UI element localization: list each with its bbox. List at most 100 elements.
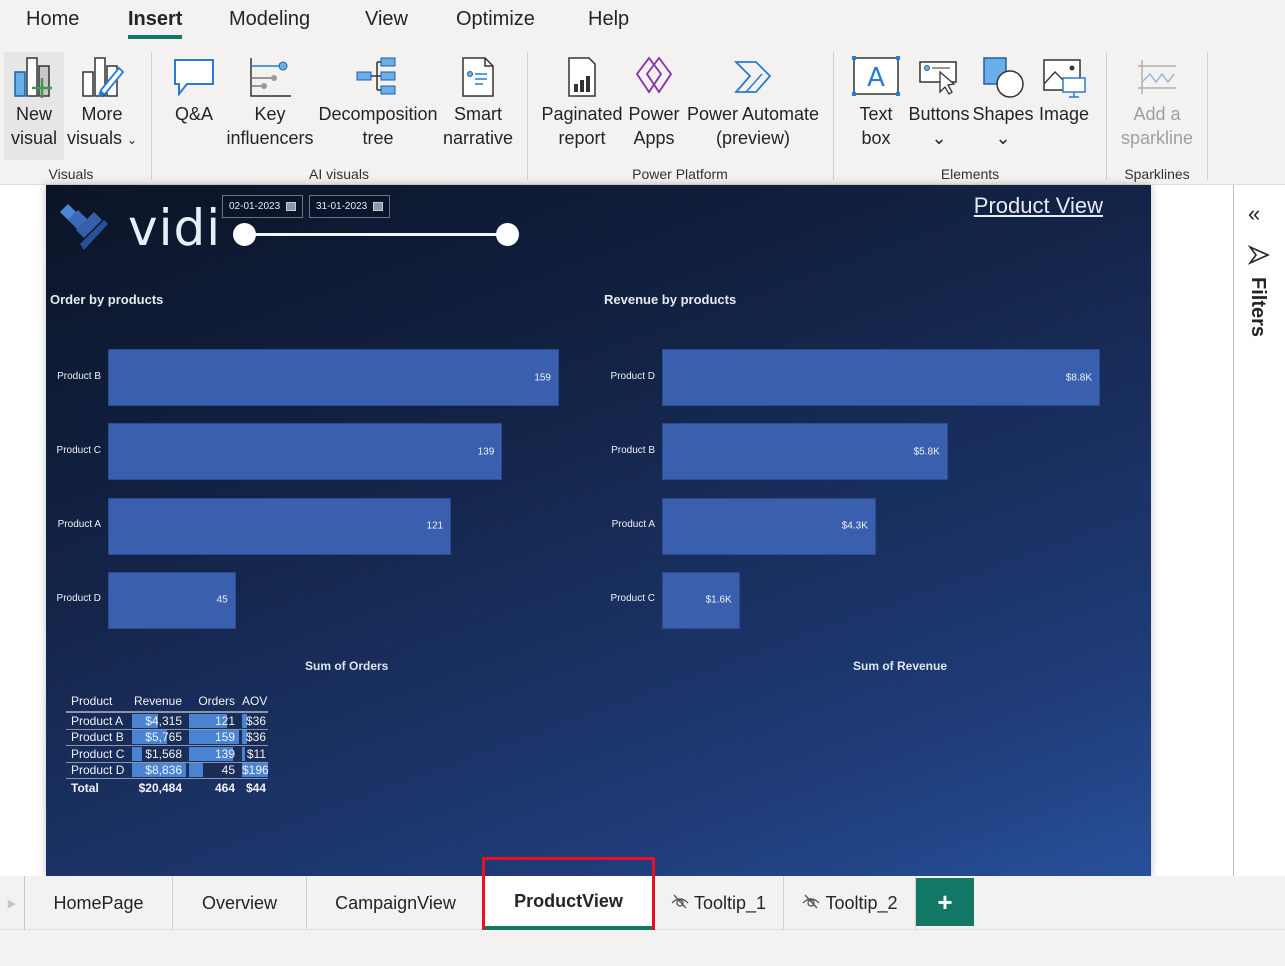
cell-product-text: Product B — [71, 730, 124, 745]
date-range-slider-track[interactable] — [244, 233, 508, 236]
power-automate-label-1: Power Automate — [686, 104, 820, 124]
page-tab-campaignview[interactable]: CampaignView — [307, 876, 485, 930]
cell-product: Product B — [66, 730, 126, 744]
power-automate-button[interactable]: Power Automate (preview) — [684, 52, 822, 150]
cell-revenue: $1,568 — [132, 746, 186, 761]
orders-category-label: Product A — [57, 519, 101, 531]
cell-aov-text: $196 — [242, 763, 269, 778]
shapes-label: Shapes — [972, 104, 1034, 124]
calendar-icon[interactable] — [286, 202, 297, 211]
menu-tab-home[interactable]: Home — [26, 8, 79, 31]
date-range-slider-end-handle[interactable] — [496, 223, 519, 246]
key-influencers-label-1: Key — [254, 104, 286, 124]
group-label-visuals: Visuals — [48, 166, 94, 182]
page-tab-overview[interactable]: Overview — [173, 876, 307, 930]
page-title-link[interactable]: Product View — [974, 193, 1103, 219]
revenue-bar[interactable]: $8.8K — [662, 349, 1100, 406]
cell-revenue: $4,315 — [132, 713, 186, 728]
revenue-bar[interactable]: $1.6K — [662, 571, 740, 629]
text-box-label-2: box — [861, 128, 891, 148]
cell-revenue-text: $5,765 — [145, 730, 182, 745]
calendar-icon[interactable] — [373, 202, 384, 211]
add-sparkline-button[interactable]: Add a sparkline — [1118, 52, 1196, 150]
menu-tab-optimize[interactable]: Optimize — [456, 8, 535, 31]
decomposition-tree-icon — [353, 52, 403, 102]
add-sparkline-label-2: sparkline — [1120, 128, 1194, 148]
hidden-eye-icon — [670, 893, 690, 914]
page-tab-productview[interactable]: ProductView — [485, 876, 653, 930]
cell-product: Product A — [66, 714, 126, 728]
orders-bar[interactable]: 45 — [108, 571, 236, 629]
header-product[interactable]: Product — [66, 694, 126, 708]
paginated-report-button[interactable]: Paginated report — [540, 52, 624, 150]
power-apps-icon — [629, 52, 679, 102]
collapse-filters-icon[interactable]: « — [1248, 201, 1260, 227]
filters-label[interactable]: Filters — [1246, 277, 1269, 337]
image-button[interactable]: Image — [1036, 52, 1092, 126]
image-icon — [1039, 52, 1089, 102]
status-bar — [0, 930, 1285, 966]
smart-narrative-label-1: Smart — [453, 104, 502, 124]
page-tab-homepage[interactable]: HomePage — [25, 876, 173, 930]
cell-revenue-text: $1,568 — [145, 746, 182, 761]
smart-narrative-button[interactable]: Smart narrative — [440, 52, 516, 150]
add-sparkline-label-1: Add a — [1133, 104, 1181, 124]
cell-product: Product D — [66, 763, 126, 777]
cell-product-text: Product A — [71, 713, 124, 728]
revenue-chart-title: Revenue by products — [604, 292, 737, 307]
menu-tab-insert[interactable]: Insert — [128, 8, 183, 39]
add-page-button[interactable]: + — [916, 878, 974, 926]
cell-aov-text: $11 — [246, 746, 266, 761]
key-influencers-button[interactable]: Key influencers — [226, 52, 314, 150]
revenue-bar[interactable]: $4.3K — [662, 497, 876, 555]
page-tab-tooltip-1[interactable]: Tooltip_1 — [653, 876, 784, 930]
power-apps-button[interactable]: Power Apps — [626, 52, 682, 150]
orders-bar[interactable]: 121 — [108, 497, 452, 555]
cell-orders: 139 — [189, 746, 239, 761]
buttons-label: Buttons — [908, 104, 970, 124]
menu-tab-modeling[interactable]: Modeling — [229, 8, 310, 31]
header-revenue[interactable]: Revenue — [132, 694, 186, 708]
orders-bar[interactable]: 139 — [108, 423, 503, 481]
hidden-eye-icon — [801, 893, 821, 914]
table-row[interactable]: Product A $4,315 121 $36 — [66, 713, 268, 730]
new-visual-button[interactable]: New visual — [4, 52, 64, 160]
revenue-bar-value-label: $8.8K — [1065, 372, 1092, 383]
decomposition-tree-button[interactable]: Decomposition tree — [316, 52, 440, 150]
cell-aov-text: $36 — [245, 713, 266, 728]
cell-product-text: Product D — [71, 763, 125, 778]
scroll-left-icon[interactable]: ▶ — [0, 876, 25, 930]
text-box-button[interactable]: A Text box — [850, 52, 902, 150]
qa-button[interactable]: Q&A — [166, 52, 222, 126]
revenue-bar[interactable]: $5.8K — [662, 423, 948, 481]
image-label: Image — [1038, 104, 1090, 124]
power-apps-label-1: Power — [628, 104, 680, 124]
cell-orders-text: 45 — [221, 763, 235, 778]
cell-orders: 159 — [189, 730, 239, 745]
date-range-slider-start-handle[interactable] — [233, 223, 256, 246]
header-orders[interactable]: Orders — [189, 694, 239, 708]
page-tab-tooltip-2[interactable]: Tooltip_2 — [784, 876, 916, 930]
page-tab-bar: ▶ HomePage Overview CampaignView Product… — [0, 876, 1285, 930]
header-aov[interactable]: AOV — [242, 694, 268, 708]
menu-tab-view[interactable]: View — [365, 8, 408, 31]
table-row[interactable]: Product C $1,568 139 $11 — [66, 746, 268, 763]
shapes-button[interactable]: Shapes ⌄ — [972, 52, 1034, 150]
date-start-input[interactable]: 02-01-2023 — [222, 195, 304, 218]
filter-icon[interactable] — [1247, 245, 1270, 270]
logo-text: vidi — [128, 199, 222, 257]
buttons-button[interactable]: Buttons ⌄ — [906, 52, 972, 150]
new-visual-label-2: visual — [10, 128, 58, 148]
cell-product: Product C — [66, 747, 126, 761]
power-automate-icon — [728, 52, 778, 102]
orders-bar[interactable]: 159 — [108, 349, 559, 406]
more-visuals-button[interactable]: More visuals ⌄ — [66, 52, 138, 152]
date-end-input[interactable]: 31-01-2023 — [309, 195, 391, 218]
data-bar — [132, 746, 142, 761]
page-tab-label: HomePage — [53, 892, 144, 913]
table-row[interactable]: Product D $8,836 45 $196 — [66, 763, 269, 779]
smart-narrative-label-2: narrative — [442, 128, 514, 148]
table-row[interactable]: Product B $5,765 159 $36 — [66, 730, 268, 746]
decomposition-tree-label-2: tree — [362, 128, 394, 148]
menu-tab-help[interactable]: Help — [588, 8, 629, 31]
